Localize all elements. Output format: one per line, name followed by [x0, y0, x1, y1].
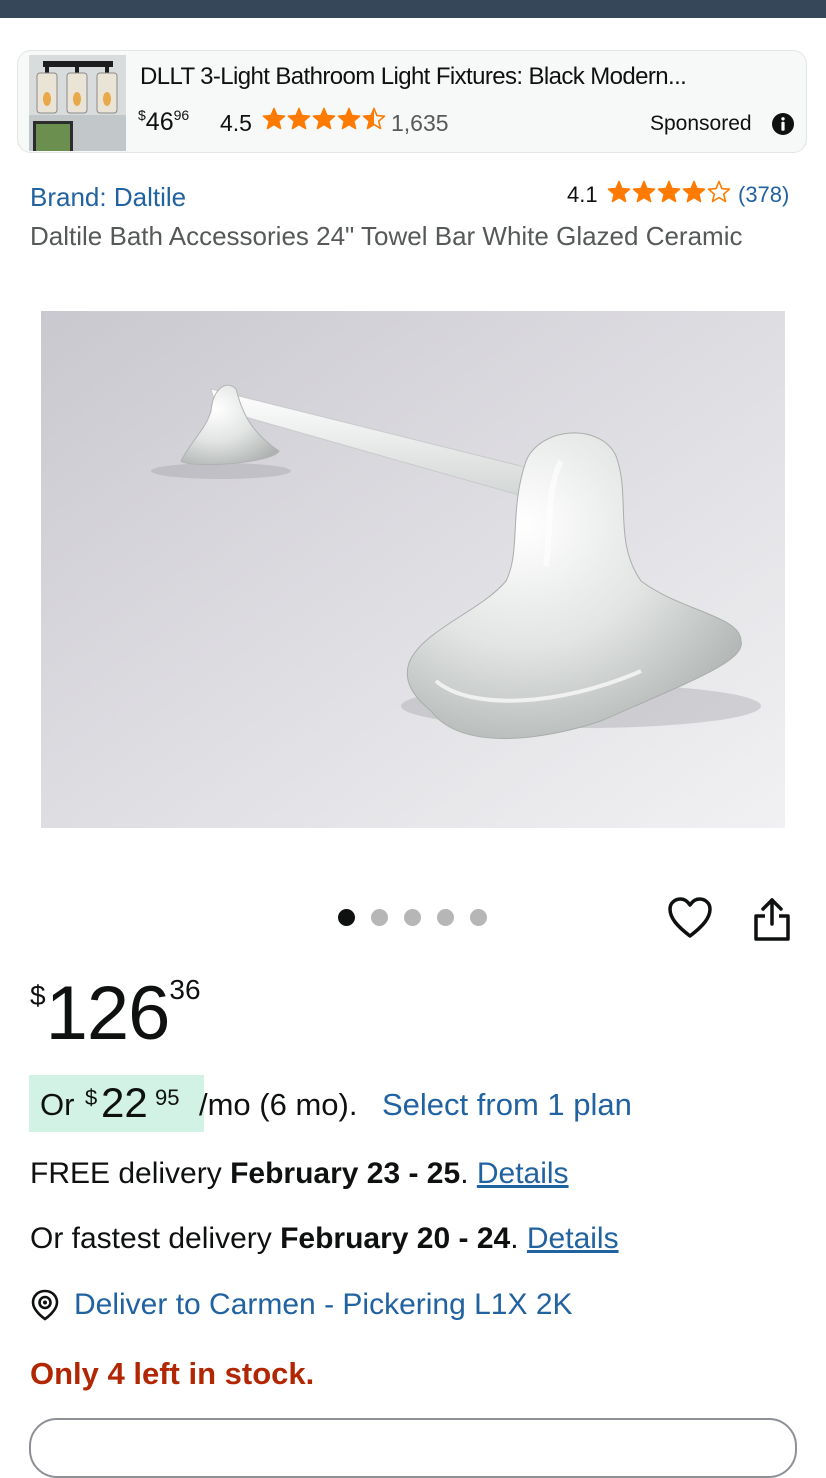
carousel-dot[interactable]	[404, 909, 421, 926]
free-delivery-details-link[interactable]: Details	[477, 1157, 569, 1190]
brand-link[interactable]: Brand: Daltile	[30, 182, 186, 213]
free-delivery-prefix: FREE delivery	[30, 1157, 222, 1190]
star-icon	[632, 180, 656, 203]
stock-status: Only 4 left in stock.	[30, 1356, 315, 1391]
ad-price-symbol: $	[138, 107, 146, 123]
top-status-bar	[0, 0, 826, 18]
ad-review-count: 1,635	[391, 110, 449, 136]
star-icon	[362, 107, 386, 130]
fastest-delivery-line: Or fastest delivery February 20 - 24. De…	[30, 1222, 619, 1255]
ad-price-fraction: 96	[173, 107, 190, 123]
ad-price: $4696	[138, 107, 189, 137]
product-title: Daltile Bath Accessories 24" Towel Bar W…	[30, 221, 743, 251]
star-icon	[682, 180, 706, 203]
price-whole: 126	[45, 971, 171, 1056]
product-image[interactable]	[41, 311, 785, 828]
product-rating-value[interactable]: 4.1	[567, 182, 598, 208]
star-icon	[707, 180, 731, 203]
heart-icon[interactable]	[667, 896, 713, 940]
star-icon	[312, 107, 336, 130]
product-star-rating[interactable]	[607, 180, 732, 209]
ad-price-whole: 46	[145, 108, 174, 136]
sponsored-label: Sponsored	[650, 112, 752, 135]
location-pin-icon	[31, 1289, 59, 1321]
share-icon[interactable]	[752, 896, 792, 942]
carousel-dot[interactable]	[470, 909, 487, 926]
plan-price-symbol: $	[85, 1085, 98, 1110]
price-fraction: 36	[169, 974, 201, 1005]
plan-price-whole: 22	[101, 1079, 148, 1126]
plan-prefix: Or	[40, 1087, 75, 1122]
free-delivery-line: FREE delivery February 23 - 25. Details	[30, 1157, 569, 1190]
ad-star-rating	[262, 107, 387, 136]
product-price: $12636	[30, 972, 201, 1056]
star-icon	[262, 107, 286, 130]
info-icon[interactable]	[771, 112, 795, 136]
fastest-delivery-prefix: Or fastest delivery	[30, 1222, 272, 1255]
plan-price-fraction: 95	[155, 1085, 180, 1110]
star-icon	[287, 107, 311, 130]
star-icon	[607, 180, 631, 203]
price-symbol: $	[30, 980, 46, 1011]
star-icon	[657, 180, 681, 203]
deliver-to-link[interactable]: Deliver to Carmen - Pickering L1X 2K	[74, 1288, 573, 1322]
ad-rating-value: 4.5	[220, 110, 252, 136]
carousel-dot[interactable]	[437, 909, 454, 926]
select-plan-link[interactable]: Select from 1 plan	[382, 1087, 632, 1123]
fastest-delivery-details-link[interactable]: Details	[527, 1222, 619, 1255]
ad-product-thumbnail[interactable]	[29, 55, 126, 151]
ad-title[interactable]: DLLT 3-Light Bathroom Light Fixtures: Bl…	[140, 63, 687, 91]
product-review-count[interactable]: (378)	[738, 182, 789, 208]
carousel-dot[interactable]	[371, 909, 388, 926]
fastest-delivery-dates: February 20 - 24	[280, 1222, 511, 1255]
sponsored-ad-card[interactable]: DLLT 3-Light Bathroom Light Fixtures: Bl…	[17, 50, 807, 153]
star-icon	[337, 107, 361, 130]
carousel-dot[interactable]	[338, 909, 355, 926]
plan-terms: /mo (6 mo).	[199, 1087, 358, 1122]
quantity-selector[interactable]	[29, 1418, 797, 1478]
free-delivery-dates: February 23 - 25	[230, 1157, 461, 1190]
